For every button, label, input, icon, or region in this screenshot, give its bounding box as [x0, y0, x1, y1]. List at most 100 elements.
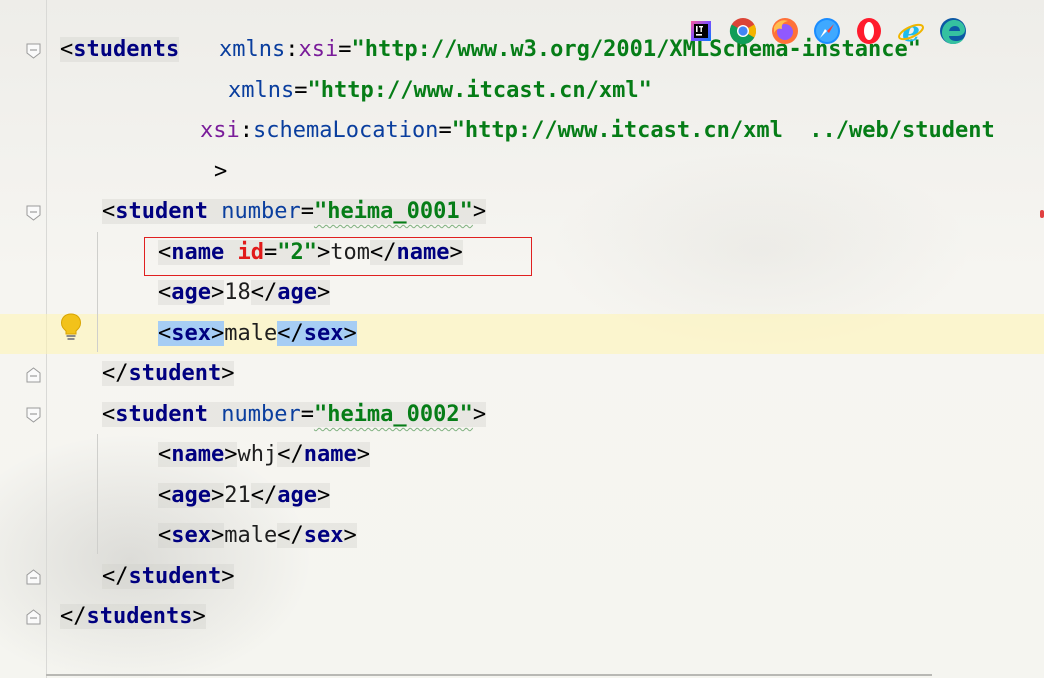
code-token: xsi — [200, 118, 240, 143]
code-token: > — [224, 442, 238, 467]
horizontal-scrollbar[interactable] — [46, 674, 932, 676]
code-token: student — [128, 564, 222, 589]
code-line[interactable]: xmlns="http://www.itcast.cn/xml" — [0, 71, 1044, 111]
code-token: = — [300, 199, 314, 224]
code-line[interactable]: > — [0, 152, 1044, 192]
code-line[interactable]: <age>21</age> — [0, 476, 1044, 516]
code-token: < — [102, 199, 116, 224]
code-token: male — [224, 523, 278, 548]
code-token — [207, 199, 222, 224]
lightbulb-icon[interactable] — [60, 313, 82, 341]
code-token: </ — [60, 604, 87, 629]
code-token: name — [171, 442, 225, 467]
fold-marker-close[interactable] — [26, 367, 41, 383]
code-token: < — [158, 523, 172, 548]
code-token: 18 — [224, 280, 251, 305]
code-token: </ — [102, 361, 129, 386]
code-token: > — [211, 483, 225, 508]
code-token: xmlns — [228, 78, 295, 103]
code-line[interactable]: xsi:schemaLocation="http://www.itcast.cn… — [0, 111, 1044, 151]
code-token: </ — [102, 564, 129, 589]
code-token: xmlns — [218, 37, 286, 62]
code-line-content: <student number="heima_0002"> — [102, 395, 487, 435]
code-line-content: xsi:schemaLocation="http://www.itcast.cn… — [200, 111, 995, 151]
code-token: age — [277, 280, 317, 305]
code-line[interactable]: <sex>male</sex> — [0, 314, 1044, 354]
code-token: </ — [250, 280, 278, 305]
ie-icon[interactable]: e — [892, 14, 930, 48]
code-line-content: <sex>male</sex> — [158, 516, 357, 556]
code-line[interactable]: <sex>male</sex> — [0, 516, 1044, 556]
indent-guide — [97, 232, 98, 352]
code-line[interactable]: <student number="heima_0001"> — [0, 192, 1044, 232]
code-token: > — [317, 280, 331, 305]
fold-marker-close[interactable] — [26, 609, 41, 625]
code-token: xsi — [298, 37, 339, 62]
code-token: </ — [277, 442, 304, 467]
code-token: < — [102, 402, 116, 427]
code-line[interactable]: <age>18</age> — [0, 273, 1044, 313]
code-token: "http://www.itcast.cn/xml" — [307, 78, 652, 103]
code-token: sex — [303, 321, 344, 346]
safari-icon[interactable] — [808, 14, 846, 48]
annotation-highlight-box — [144, 237, 532, 276]
code-token: name — [303, 442, 357, 467]
code-token: age — [277, 483, 317, 508]
code-token: age — [171, 280, 211, 305]
code-token: "http://www.itcast.cn/xml ../web/student — [451, 118, 995, 143]
code-token: number — [221, 199, 301, 224]
fold-marker-open[interactable] — [26, 407, 41, 423]
code-token: < — [158, 280, 172, 305]
code-token: "heima_0001" — [313, 199, 473, 224]
code-token: sex — [303, 523, 344, 548]
code-token: > — [472, 199, 487, 224]
code-token: </ — [277, 321, 304, 346]
fold-marker-open[interactable] — [26, 43, 41, 59]
firefox-icon[interactable] — [766, 14, 804, 48]
code-token: "heima_0002" — [313, 402, 473, 427]
code-line[interactable]: </students> — [0, 597, 1044, 637]
code-token: > — [211, 321, 225, 346]
fold-marker-close[interactable] — [26, 569, 41, 585]
code-token: > — [356, 442, 370, 467]
code-line-content: </students> — [60, 597, 206, 637]
code-token: < — [158, 442, 172, 467]
code-token: age — [171, 483, 211, 508]
svg-text:e: e — [902, 17, 920, 45]
error-stripe-mark[interactable] — [1040, 210, 1044, 218]
code-line-content: > — [214, 152, 227, 192]
code-token: > — [221, 361, 235, 386]
code-line[interactable]: </student> — [0, 354, 1044, 394]
code-token: student — [115, 402, 208, 427]
code-token: : — [285, 37, 299, 62]
code-line-content: <student number="heima_0001"> — [102, 192, 487, 232]
code-token: = — [438, 118, 452, 143]
code-token: </ — [277, 523, 304, 548]
code-token: sex — [171, 321, 211, 346]
code-line-content: <name>whj</name> — [158, 435, 370, 475]
fold-marker-open[interactable] — [26, 205, 41, 221]
code-line-content: xmlns="http://www.itcast.cn/xml" — [228, 71, 652, 111]
opera-icon[interactable] — [850, 14, 888, 48]
code-line-content: <age>21</age> — [158, 476, 331, 516]
code-token: < — [158, 321, 172, 346]
code-line[interactable]: <student number="heima_0002"> — [0, 395, 1044, 435]
browser-preview-toolbar: e — [682, 14, 972, 48]
code-token: > — [343, 523, 357, 548]
edge-icon[interactable] — [934, 14, 972, 48]
code-token: > — [211, 523, 225, 548]
code-token: > — [211, 280, 225, 305]
code-line[interactable]: <name>whj</name> — [0, 435, 1044, 475]
code-token: student — [115, 199, 208, 224]
code-token: 21 — [224, 483, 251, 508]
code-token: schemaLocation — [253, 118, 439, 143]
code-token: student — [128, 361, 222, 386]
code-token: students — [86, 604, 193, 629]
chrome-icon[interactable] — [724, 14, 762, 48]
code-token — [207, 402, 222, 427]
code-token: = — [338, 37, 352, 62]
code-line[interactable]: </student> — [0, 557, 1044, 597]
intellij-icon[interactable] — [682, 14, 720, 48]
code-token: > — [343, 321, 357, 346]
code-token: = — [300, 402, 314, 427]
